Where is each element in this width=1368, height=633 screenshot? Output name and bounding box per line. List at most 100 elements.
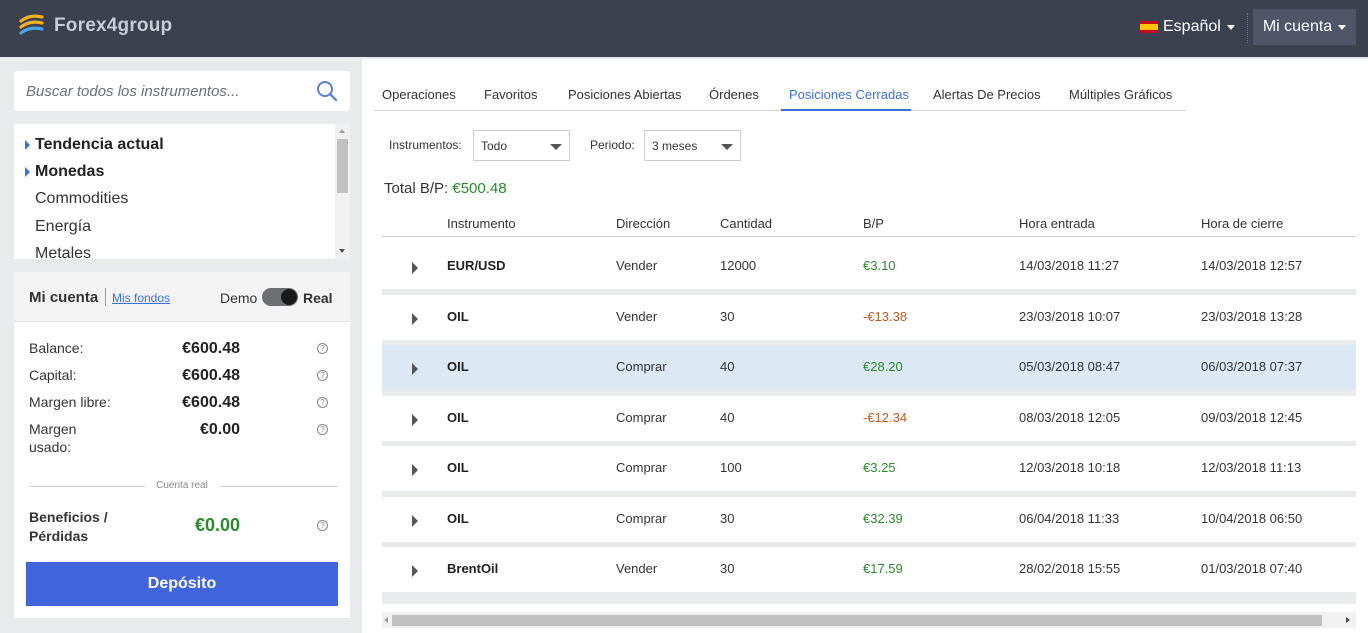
period-select[interactable]: 3 meses <box>644 130 741 161</box>
table-row[interactable]: OIL Vender 30 -€13.38 23/03/2018 10:07 23/03/… <box>382 295 1356 340</box>
table-row[interactable]: OIL Comprar 30 €32.39 06/04/2018 11:33 10/04/… <box>382 497 1356 542</box>
table-row[interactable]: BrentOil Vender 30 €17.59 28/02/2018 15:55 01… <box>382 547 1356 592</box>
column-header-entry-time[interactable]: Hora entrada <box>1019 216 1095 231</box>
search-input[interactable] <box>14 71 314 111</box>
expand-row-icon[interactable] <box>412 565 418 577</box>
column-header-pl[interactable]: B/P <box>863 216 884 231</box>
total-pl: Total B/P: €500.48 <box>384 180 507 197</box>
tab-closed-positions[interactable]: Posiciones Cerradas <box>789 87 909 102</box>
total-pl-label: Total B/P: <box>384 180 449 197</box>
category-item-energy[interactable]: Energía <box>14 214 91 240</box>
category-item-currencies[interactable]: Monedas <box>14 159 104 185</box>
category-item-commodities[interactable]: Commodities <box>14 186 128 212</box>
cell-instrument: OIL <box>447 410 469 425</box>
cell-entry-time: 23/03/2018 10:07 <box>1019 309 1121 324</box>
instruments-select[interactable]: Todo <box>473 130 570 161</box>
capital-label: Capital: <box>29 367 77 383</box>
category-scrollbar[interactable] <box>335 124 350 259</box>
expand-row-icon[interactable] <box>412 262 418 274</box>
demo-label: Demo <box>220 290 258 306</box>
instrument-search <box>14 71 350 111</box>
category-item-trending[interactable]: Tendencia actual <box>14 132 164 158</box>
table-row[interactable]: OIL Comprar 40 -€12.34 08/03/2018 12:05 09/03… <box>382 396 1356 441</box>
column-header-direction[interactable]: Dirección <box>616 216 670 231</box>
deposit-button[interactable]: Depósito <box>26 562 338 606</box>
cell-entry-time: 08/03/2018 12:05 <box>1019 410 1121 425</box>
top-bar: Forex4group Español Mi cuenta <box>0 0 1368 57</box>
column-header-close-time[interactable]: Hora de cierre <box>1201 216 1283 231</box>
used-margin-label: Margen usado: <box>29 421 77 455</box>
instruments-select-value: Todo <box>481 138 508 153</box>
cell-close-time: 10/04/2018 06:50 <box>1201 511 1303 526</box>
tab-price-alerts[interactable]: Alertas De Precios <box>933 87 1041 102</box>
scrollbar-thumb[interactable] <box>337 139 348 193</box>
tab-favorites[interactable]: Favoritos <box>484 87 537 102</box>
cell-pl: €28.20 <box>863 359 903 374</box>
cell-close-time: 01/03/2018 07:40 <box>1201 561 1303 576</box>
divider-line-right <box>220 486 338 487</box>
my-funds-link[interactable]: Mis fondos <box>112 291 170 305</box>
expand-row-icon[interactable] <box>412 363 418 375</box>
cell-pl: €3.25 <box>863 460 896 475</box>
table-row[interactable]: OIL Comprar 40 €28.20 05/03/2018 08:47 06/03/… <box>382 345 1356 390</box>
tab-orders[interactable]: Órdenes <box>709 87 759 102</box>
category-label: Energía <box>35 218 92 235</box>
tab-multiple-charts[interactable]: Múltiples Gráficos <box>1069 87 1172 102</box>
column-header-quantity[interactable]: Cantidad <box>720 216 772 231</box>
total-pl-value: €500.48 <box>452 180 507 197</box>
cell-entry-time: 06/04/2018 11:33 <box>1019 511 1120 526</box>
help-icon[interactable]: ? <box>317 397 328 408</box>
cell-pl: €17.59 <box>863 561 903 576</box>
expand-row-icon[interactable] <box>412 515 418 527</box>
balance-value: €600.48 <box>182 340 240 357</box>
cell-direction: Vender <box>616 309 658 324</box>
cell-close-time: 06/03/2018 07:37 <box>1201 359 1303 374</box>
main-panel: Operaciones Favoritos Posiciones Abierta… <box>362 59 1368 633</box>
cell-instrument: EUR/USD <box>447 258 506 273</box>
cell-instrument: OIL <box>447 309 469 324</box>
language-selector[interactable]: Español <box>1140 18 1235 36</box>
scroll-up-icon[interactable] <box>339 129 345 133</box>
cell-instrument: BrentOil <box>447 561 499 576</box>
free-margin-value: €600.48 <box>182 394 240 411</box>
demo-real-toggle[interactable] <box>262 288 298 306</box>
help-icon[interactable]: ? <box>317 520 328 531</box>
expand-row-icon[interactable] <box>412 414 418 426</box>
expand-row-icon[interactable] <box>412 313 418 325</box>
positions-table-body: EUR/USD Vender 12000 €3.10 14/03/2018 11:27 1… <box>382 244 1356 604</box>
real-label: Real <box>303 290 333 306</box>
cell-quantity: 40 <box>720 359 735 374</box>
scroll-right-icon[interactable] <box>1346 617 1350 623</box>
cell-quantity: 30 <box>720 561 735 576</box>
cell-entry-time: 28/02/2018 15:55 <box>1019 561 1121 576</box>
toggle-knob <box>281 289 297 305</box>
expand-arrow-icon <box>25 167 30 177</box>
table-row[interactable]: EUR/USD Vender 12000 €3.10 14/03/2018 11:27 1… <box>382 244 1356 289</box>
cell-quantity: 30 <box>720 511 735 526</box>
scroll-left-icon[interactable] <box>384 617 388 623</box>
category-label: Metales <box>35 245 92 259</box>
expand-row-icon[interactable] <box>412 464 418 476</box>
help-icon[interactable]: ? <box>317 343 328 354</box>
horizontal-scrollbar[interactable] <box>382 612 1356 628</box>
logo[interactable]: Forex4group <box>18 12 172 40</box>
used-margin-value: €0.00 <box>199 421 240 438</box>
scrollbar-thumb[interactable] <box>392 615 1322 626</box>
account-title: Mi cuenta <box>29 289 99 306</box>
help-icon[interactable]: ? <box>317 424 328 435</box>
cell-instrument: OIL <box>447 359 469 374</box>
tab-bar: Operaciones Favoritos Posiciones Abierta… <box>374 77 1186 111</box>
scroll-down-icon[interactable] <box>339 249 345 253</box>
column-header-instrument[interactable]: Instrumento <box>447 216 516 231</box>
category-item-metals[interactable]: Metales <box>14 241 91 259</box>
tab-operations[interactable]: Operaciones <box>382 87 456 102</box>
account-menu-button[interactable]: Mi cuenta <box>1253 9 1356 45</box>
header-divider <box>1247 13 1248 43</box>
chevron-down-icon <box>721 144 733 150</box>
table-row[interactable]: OIL Comprar 100 €3.25 12/03/2018 10:18 12/03/… <box>382 446 1356 491</box>
search-icon[interactable] <box>316 80 338 102</box>
help-icon[interactable]: ? <box>317 370 328 381</box>
cell-pl: €3.10 <box>863 258 896 273</box>
logo-icon <box>19 14 44 35</box>
tab-open-positions[interactable]: Posiciones Abiertas <box>568 87 681 102</box>
